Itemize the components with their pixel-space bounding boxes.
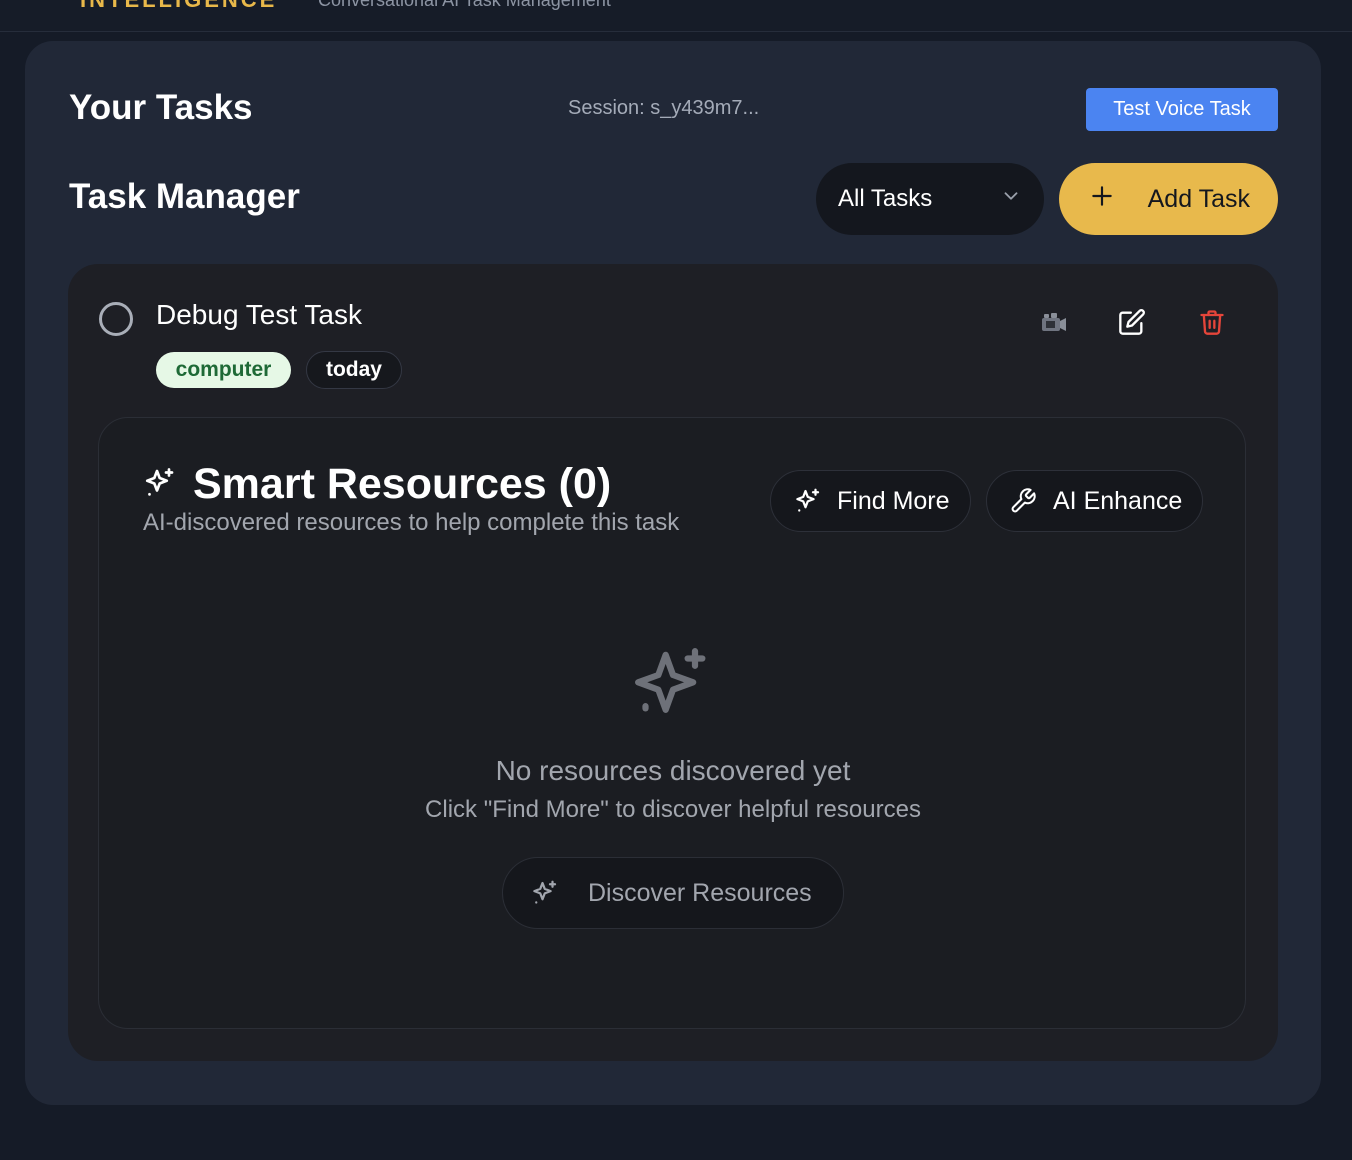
sparkles-icon — [793, 486, 823, 516]
empty-state-title: No resources discovered yet — [495, 755, 851, 786]
discover-resources-label: Discover Resources — [588, 878, 812, 907]
trash-icon — [1198, 308, 1226, 341]
empty-state-hint: Click "Find More" to discover helpful re… — [425, 796, 921, 823]
task-tag-category: computer — [156, 352, 291, 388]
ai-enhance-label: AI Enhance — [1053, 486, 1183, 515]
sparkles-icon — [530, 878, 560, 908]
sparkles-icon — [142, 465, 178, 506]
smart-resources-title: Smart Resources (0) — [193, 460, 612, 508]
smart-resources-subtitle: AI-discovered resources to help complete… — [143, 509, 680, 536]
delete-task-button[interactable] — [1192, 304, 1232, 344]
discover-resources-button[interactable]: Discover Resources — [502, 857, 844, 929]
find-more-button[interactable]: Find More — [770, 470, 971, 532]
find-more-label: Find More — [837, 486, 950, 515]
edit-icon — [1118, 308, 1146, 341]
task-filter-select[interactable]: All Tasks — [816, 163, 1044, 235]
task-tag-due: today — [306, 351, 402, 389]
chevron-down-icon — [1000, 185, 1022, 214]
test-voice-task-button[interactable]: Test Voice Task — [1086, 88, 1278, 131]
video-camera-icon — [1040, 310, 1068, 341]
plus-icon — [1089, 183, 1115, 216]
smart-resources-section: Smart Resources (0) AI-discovered resour… — [98, 417, 1246, 1029]
task-filter-value: All Tasks — [838, 185, 933, 212]
video-button[interactable] — [1034, 305, 1074, 345]
task-complete-checkbox[interactable] — [99, 302, 133, 336]
brand-subtitle: Conversational AI Task Management — [318, 0, 611, 10]
task-title: Debug Test Task — [156, 299, 362, 330]
add-task-button[interactable]: Add Task — [1059, 163, 1278, 235]
ai-enhance-button[interactable]: AI Enhance — [986, 470, 1203, 532]
page-title: Your Tasks — [69, 88, 253, 127]
task-manager-title: Task Manager — [69, 177, 300, 216]
sparkles-icon — [629, 642, 717, 735]
tasks-panel: Your Tasks Session: s_y439m7... Test Voi… — [25, 41, 1321, 1105]
add-task-label: Add Task — [1147, 184, 1250, 213]
wrench-icon — [1009, 487, 1037, 515]
session-id: Session: s_y439m7... — [568, 97, 760, 119]
edit-task-button[interactable] — [1112, 304, 1152, 344]
top-header: INTELLIGENCE Conversational AI Task Mana… — [0, 0, 1352, 32]
task-card: Debug Test Task computer today Smart Res… — [68, 264, 1278, 1061]
brand-logo: INTELLIGENCE — [80, 0, 277, 13]
